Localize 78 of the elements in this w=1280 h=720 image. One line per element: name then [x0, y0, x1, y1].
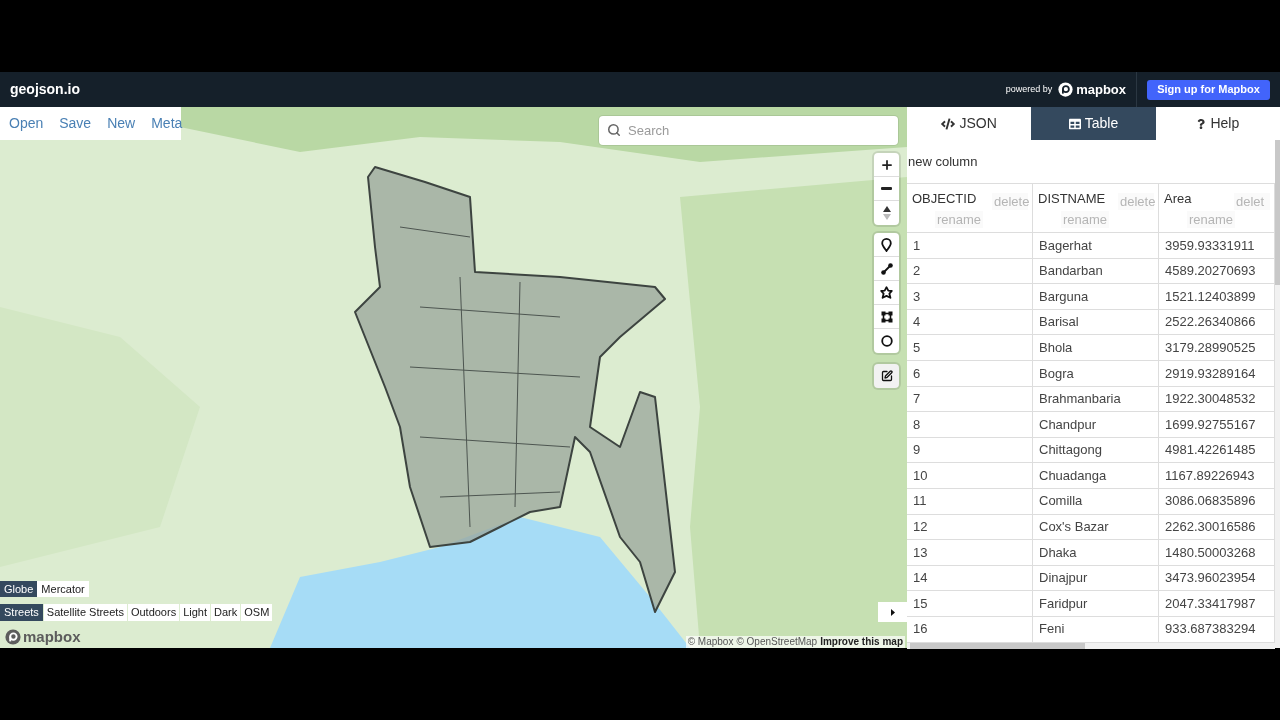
table-cell: Chandpur: [1033, 412, 1159, 437]
menu-link[interactable]: Save: [51, 113, 100, 134]
table-cell: 16: [907, 616, 1033, 642]
search-field[interactable]: Search: [599, 116, 898, 145]
table-cell: 1: [907, 233, 1033, 258]
marker-icon: [881, 237, 892, 252]
map-style-option[interactable]: Dark: [211, 604, 241, 621]
table-cell: 9: [907, 437, 1033, 463]
circle-icon: [880, 335, 893, 347]
table-cell: Dinajpur: [1033, 565, 1159, 591]
table-cell: 13: [907, 540, 1033, 565]
edit-icon: [880, 370, 893, 382]
table-cell: 5: [907, 335, 1033, 360]
line-icon: [880, 262, 893, 275]
signup-button[interactable]: Sign up for Mapbox: [1147, 79, 1270, 100]
app-logo[interactable]: geojson.io: [10, 79, 80, 100]
table-cell: 11: [907, 488, 1033, 514]
improve-map-link[interactable]: Improve this map: [820, 636, 903, 648]
map-style-option[interactable]: Streets: [0, 604, 43, 621]
table-cell: 8: [907, 412, 1033, 437]
menu-link[interactable]: New: [99, 113, 144, 134]
table-cell: Bogra: [1033, 360, 1159, 386]
rectangle-icon: [880, 310, 893, 323]
table-cell: Cox's Bazar: [1033, 514, 1159, 540]
table-cell: Faridpur: [1033, 591, 1159, 616]
attribution-link[interactable]: © OpenStreetMap: [736, 636, 818, 648]
code-icon: [941, 116, 956, 131]
map-style-option[interactable]: Satellite Streets: [43, 604, 127, 621]
table-cell: Chittagong: [1033, 437, 1159, 463]
table-cell: 12: [907, 514, 1033, 540]
projection-option[interactable]: Globe: [0, 581, 38, 597]
compass-icon: [882, 206, 891, 220]
mapbox-logo-icon: [5, 629, 21, 645]
table-cell: Comilla: [1033, 488, 1159, 514]
map-style-option[interactable]: Outdoors: [127, 604, 180, 621]
table-cell: 10: [907, 463, 1033, 488]
table-cell: Brahmanbaria: [1033, 386, 1159, 412]
attribution-link[interactable]: © Mapbox: [687, 636, 734, 648]
table-cell: 4: [907, 309, 1033, 335]
mapbox-logo-icon: [1058, 82, 1074, 97]
powered-by-label: powered by: [1005, 82, 1053, 96]
map-style-option[interactable]: OSM: [241, 604, 273, 621]
table-cell: Chuadanga: [1033, 463, 1159, 488]
column-name: DISTNAME: [1037, 190, 1106, 209]
edit-button[interactable]: [874, 364, 899, 388]
table-cell: 15: [907, 591, 1033, 616]
map-style-option[interactable]: Light: [180, 604, 210, 621]
table-cell: Barguna: [1033, 284, 1159, 309]
minus-icon: [881, 187, 892, 190]
vertical-scrollbar-thumb[interactable]: [1275, 140, 1280, 285]
caret-right-icon: [890, 608, 895, 616]
table-cell: 2: [907, 258, 1033, 284]
column-name: OBJECTID: [911, 190, 977, 209]
table-cell: Bagerhat: [1033, 233, 1159, 258]
new-column-button[interactable]: new column: [908, 152, 978, 172]
horizontal-scrollbar-thumb[interactable]: [910, 642, 1085, 649]
collapse-panel-button[interactable]: [878, 602, 907, 622]
mapbox-wordmark: mapbox: [1076, 80, 1126, 99]
panel-tab[interactable]: Table: [1031, 107, 1156, 140]
menu-link[interactable]: Meta: [143, 113, 191, 134]
table-cell: Dhaka: [1033, 540, 1159, 565]
column-name: Area: [1163, 190, 1192, 209]
table-cell: 3: [907, 284, 1033, 309]
table-cell: Bandarban: [1033, 258, 1159, 284]
table-cell: Barisal: [1033, 309, 1159, 335]
table-cell: 7: [907, 386, 1033, 412]
help-icon: [1196, 118, 1207, 129]
projection-option[interactable]: Mercator: [37, 581, 89, 597]
mapbox-attribution-logo[interactable]: mapbox: [5, 628, 81, 646]
polygon-icon: [880, 286, 893, 299]
table-cell: Feni: [1033, 616, 1159, 642]
table-cell: Bhola: [1033, 335, 1159, 360]
table-cell: 14: [907, 565, 1033, 591]
search-icon: [607, 123, 621, 137]
plus-icon: [879, 157, 894, 172]
table-cell: 6: [907, 360, 1033, 386]
table-icon: [1068, 117, 1081, 130]
menu-link[interactable]: Open: [1, 113, 52, 134]
